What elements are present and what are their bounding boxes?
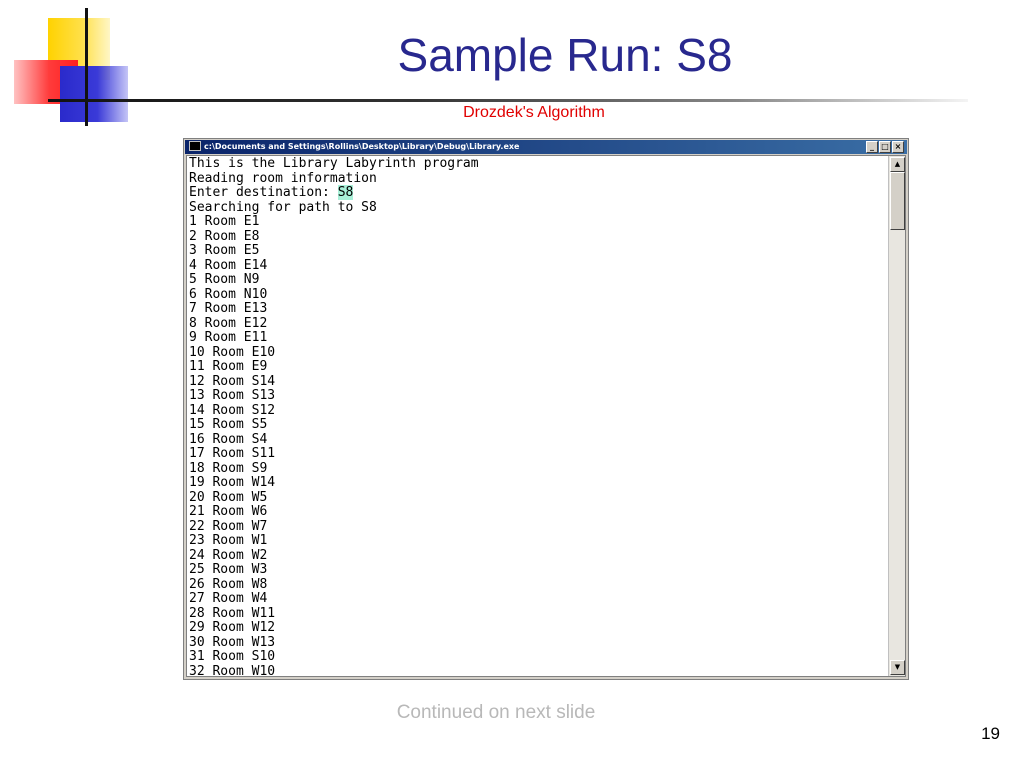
console-window: c:\Documents and Settings\Rollins\Deskto… [183,138,909,680]
console-line: 27 Room W4 [189,591,268,606]
console-line: 1 Room E1 [189,214,260,229]
window-buttons: _ □ × [866,141,904,153]
prompt-label: Enter destination: [189,185,338,200]
console-line: 2 Room E8 [189,228,260,244]
destination-input: S8 [337,185,354,200]
console-line: 18 Room S9 [189,460,268,476]
scroll-up-icon[interactable]: ▲ [890,157,905,172]
logo-vertical-line [85,8,88,126]
slide-logo [0,0,140,130]
console-line: 28 Room W11 [189,605,276,621]
console-line: 13 Room S13 [189,388,276,403]
console-line: This is the Library Labyrinth program [189,156,479,171]
console-line: Reading room information [189,170,377,186]
console-line: 8 Room E12 [189,315,268,331]
console-window-title: c:\Documents and Settings\Rollins\Deskto… [204,142,520,151]
console-line: 23 Room W1 [189,533,268,548]
slide-subtitle: Drozdek's Algorithm [463,104,605,121]
console-output: This is the Library Labyrinth program Rea… [189,156,889,680]
console-prompt-line: Enter destination: S8 [189,185,889,201]
console-line: 7 Room E13 [189,301,268,316]
minimize-button[interactable]: _ [866,141,878,153]
continued-note: Continued on next slide [396,702,596,723]
console-titlebar[interactable]: c:\Documents and Settings\Rollins\Deskto… [185,140,907,154]
console-line: 17 Room S11 [189,446,276,461]
logo-blue-square [60,66,128,122]
close-button[interactable]: × [892,141,904,153]
scroll-thumb[interactable] [890,172,905,230]
console-line: 12 Room S14 [189,373,276,389]
console-line: 20 Room W5 [189,489,268,505]
console-line: 3 Room E5 [189,243,260,258]
console-line: 14 Room S12 [189,402,276,418]
console-app-icon [189,140,201,151]
console-line: 30 Room W13 [189,634,276,650]
console-line: 26 Room W8 [189,576,268,592]
slide-title: Sample Run: S8 [397,29,733,81]
scroll-down-icon[interactable]: ▼ [890,660,905,675]
title-divider [48,99,968,102]
console-line: 6 Room N10 [189,286,268,302]
console-line: 31 Room S10 [189,649,276,664]
console-line: 32 Room W10 [189,663,276,679]
console-line: 22 Room W7 [189,518,268,534]
console-output-lines: Searching for path to S8 1 Room E1 2 Room … [189,199,889,680]
console-line: 16 Room S4 [189,431,268,447]
console-line: Searching for path to S8 [189,199,377,215]
console-line: 25 Room W3 [189,562,268,577]
console-line: 29 Room W12 [189,620,276,635]
vertical-scrollbar[interactable]: ▲ ▼ [888,156,905,676]
console-line: 21 Room W6 [189,504,268,519]
console-line: 19 Room W14 [189,475,276,490]
console-line: 24 Room W2 [189,547,268,563]
page-number: 19 [981,724,1000,743]
console-line: 5 Room N9 [189,272,260,287]
console-client-area[interactable]: This is the Library Labyrinth program Rea… [186,155,906,680]
console-line: 15 Room S5 [189,417,268,432]
maximize-button[interactable]: □ [879,141,891,153]
console-line: 4 Room E14 [189,257,268,273]
console-line: 9 Room E11 [189,330,268,345]
console-line: 10 Room E10 [189,344,276,360]
console-line: 11 Room E9 [189,359,268,374]
